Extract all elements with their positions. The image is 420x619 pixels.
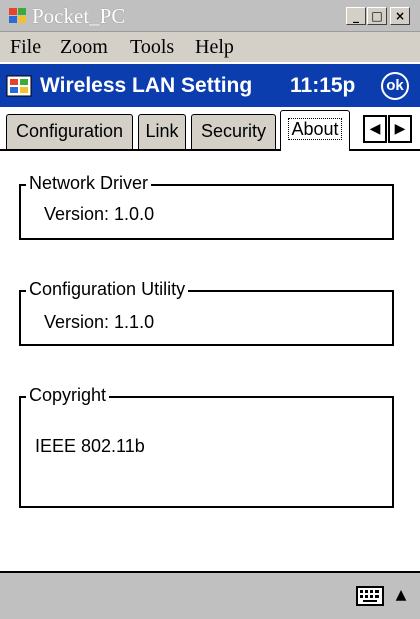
- configuration-utility-group: Configuration Utility Version: 1.1.0: [19, 279, 394, 346]
- maximize-button[interactable]: □: [367, 7, 387, 25]
- network-driver-group: Network Driver Version: 1.0.0: [19, 173, 394, 240]
- chevron-right-icon: ▶: [394, 121, 406, 137]
- menu-help[interactable]: Help: [195, 36, 234, 59]
- tab-about[interactable]: About: [280, 110, 350, 151]
- menu-tools[interactable]: Tools: [130, 36, 174, 59]
- network-driver-legend: Network Driver: [26, 173, 152, 194]
- configuration-utility-legend: Configuration Utility: [26, 279, 189, 300]
- start-menu-icon[interactable]: [6, 74, 32, 98]
- tab-scroll-right-button[interactable]: ▶: [388, 115, 412, 143]
- copyright-text: IEEE 802.11b: [35, 436, 145, 456]
- clock[interactable]: 11:15p: [290, 74, 355, 98]
- window-title-bar: Pocket_PC _ □ ×: [0, 0, 420, 32]
- chevron-left-icon: ◀: [369, 121, 381, 137]
- close-button[interactable]: ×: [390, 7, 410, 25]
- navigation-bar: Wireless LAN Setting 11:15p ok: [0, 64, 420, 107]
- tab-about-label: About: [288, 118, 342, 140]
- tab-configuration[interactable]: Configuration: [6, 114, 133, 149]
- network-driver-version: Version: 1.0.0: [44, 204, 155, 224]
- configuration-utility-version: Version: 1.1.0: [44, 312, 155, 332]
- ok-button[interactable]: ok: [381, 72, 409, 100]
- copyright-group: Copyright IEEE 802.11b: [19, 385, 394, 508]
- menu-bar: File Zoom Tools Help: [0, 32, 420, 62]
- caret-up-icon: ▲: [395, 587, 407, 603]
- tab-link[interactable]: Link: [138, 114, 186, 149]
- menu-file[interactable]: File: [10, 36, 41, 59]
- app-title: Wireless LAN Setting: [40, 74, 253, 97]
- tab-scroll-left-button[interactable]: ◀: [363, 115, 387, 143]
- copyright-legend: Copyright: [26, 385, 110, 406]
- input-panel-toggle-button[interactable]: ▲: [392, 583, 410, 607]
- window-title: Pocket_PC: [32, 4, 126, 28]
- keyboard-icon[interactable]: [356, 585, 384, 607]
- tab-security[interactable]: Security: [191, 114, 276, 149]
- windows-flag-icon: [9, 8, 26, 23]
- tab-strip: Configuration Link Security About ◀ ▶: [0, 109, 420, 151]
- minimize-button[interactable]: _: [346, 7, 366, 25]
- command-bar: ▲: [0, 571, 420, 619]
- menu-zoom[interactable]: Zoom: [60, 36, 108, 59]
